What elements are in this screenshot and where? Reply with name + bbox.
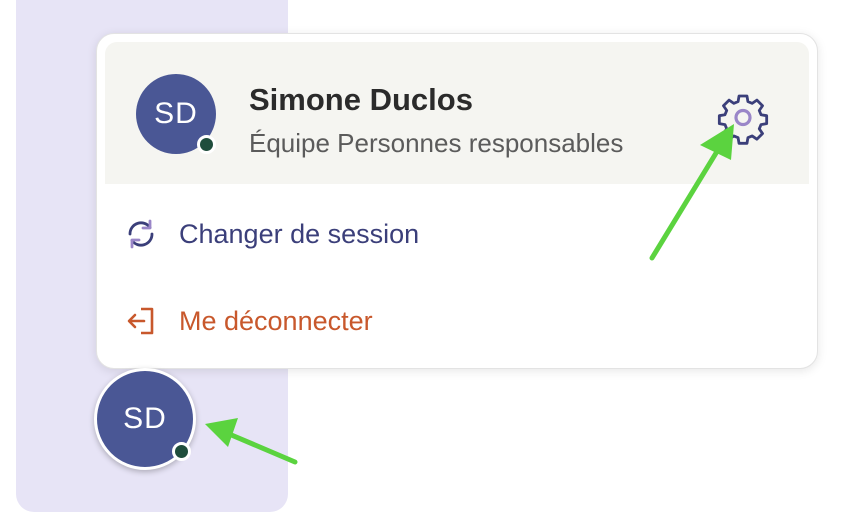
logout-label: Me déconnecter (179, 305, 373, 336)
logout-menu-item[interactable]: Me déconnecter (123, 296, 373, 346)
app-stage: SD Simone Duclos Équipe Personnes respon… (0, 0, 853, 528)
profile-menu-popover: SD Simone Duclos Équipe Personnes respon… (96, 33, 818, 369)
sidebar-avatar-button[interactable]: SD (94, 368, 196, 470)
gear-icon (717, 94, 769, 145)
presence-indicator (197, 135, 216, 154)
switch-session-menu-item[interactable]: Changer de session (123, 209, 419, 259)
avatar-initials: SD (123, 402, 167, 435)
presence-indicator (172, 442, 191, 461)
user-team: Équipe Personnes responsables (249, 128, 624, 158)
switch-session-label: Changer de session (179, 218, 420, 249)
settings-button[interactable] (711, 88, 775, 152)
avatar-initials: SD (154, 97, 198, 130)
avatar: SD (136, 74, 216, 154)
user-name: Simone Duclos (249, 82, 473, 117)
profile-header: SD Simone Duclos Équipe Personnes respon… (105, 42, 809, 184)
refresh-icon (123, 216, 159, 252)
logout-icon (123, 303, 159, 339)
